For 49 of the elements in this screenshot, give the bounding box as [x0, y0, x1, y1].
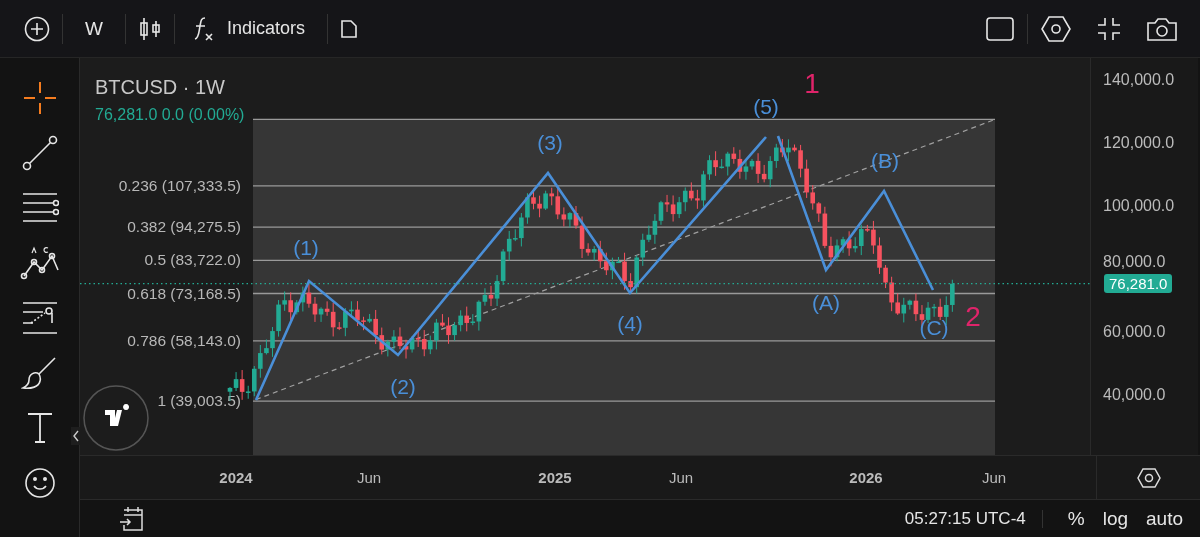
price-label: 140,000.0	[1103, 71, 1175, 89]
fibonacci-box[interactable]	[253, 119, 995, 455]
time-label: 2025	[537, 469, 573, 486]
wave-label[interactable]: (A)	[812, 291, 840, 314]
fib-level-label: 0.236 (107,333.5)	[118, 176, 241, 194]
price-axis[interactable]: 140,000.0 120,000.0 100,000.0 80,000.0 60,000.0 40,000.0 76,281.0	[1090, 58, 1198, 455]
square-icon[interactable]	[985, 15, 1015, 42]
time-label: Jun	[980, 469, 1008, 486]
add-icon[interactable]	[24, 15, 50, 42]
wave-label[interactable]: (2)	[390, 375, 416, 398]
candles-icon[interactable]	[137, 15, 162, 42]
scale-button[interactable]: log	[1093, 507, 1137, 530]
price-label: 120,000.0	[1103, 134, 1175, 152]
price-label: 100,000.0	[1103, 197, 1175, 215]
settings-icon[interactable]	[1040, 14, 1072, 43]
wave-label[interactable]: 2	[965, 301, 981, 332]
clock-time: 05:27:15 UTC-4	[904, 508, 1026, 529]
shrink-icon[interactable]	[1096, 15, 1122, 42]
calendar-icon[interactable]	[118, 504, 146, 533]
price-label: 40,000.0	[1103, 386, 1166, 404]
price-label: 60,000.0	[1103, 323, 1166, 341]
wave-label[interactable]: (1)	[293, 236, 319, 259]
symbol-title[interactable]: BTCUSD · 1W	[95, 76, 225, 99]
time-label: 2026	[848, 469, 884, 486]
fib-level-label: 0.5 (83,722.0)	[144, 251, 241, 269]
price-label: 80,000.0	[1103, 253, 1166, 271]
fib-level-label: 1 (39,003.5)	[157, 392, 241, 410]
settings-icon[interactable]	[1135, 466, 1162, 489]
wave-label[interactable]: (C)	[919, 316, 949, 339]
logo-icon[interactable]	[83, 385, 149, 451]
document-icon[interactable]	[340, 18, 358, 39]
wave-label[interactable]: (3)	[537, 131, 563, 154]
time-label: Jun	[355, 469, 383, 486]
wave-label[interactable]: (B)	[871, 149, 899, 172]
time-label: 2024	[218, 469, 254, 486]
last-price-tag: 76,281.0	[1104, 274, 1173, 293]
wave-label[interactable]: 1	[804, 68, 820, 99]
fib-level-label: 0.618 (73,168.5)	[127, 284, 241, 302]
collapse-icon[interactable]	[71, 427, 81, 445]
scale-button[interactable]: auto	[1137, 507, 1192, 530]
time-label: Jun	[667, 469, 695, 486]
interval-button[interactable]: W	[85, 17, 103, 40]
fib-level-label: 0.382 (94,275.5)	[127, 218, 241, 236]
scale-button[interactable]: %	[1058, 507, 1094, 530]
wave-label[interactable]: (5)	[753, 95, 779, 118]
camera-icon[interactable]	[1146, 15, 1178, 42]
indicators-button[interactable]: Indicators	[190, 14, 305, 43]
fib-level-label: 0.786 (58,143.0)	[127, 331, 241, 349]
wave-label[interactable]: (4)	[617, 312, 643, 335]
